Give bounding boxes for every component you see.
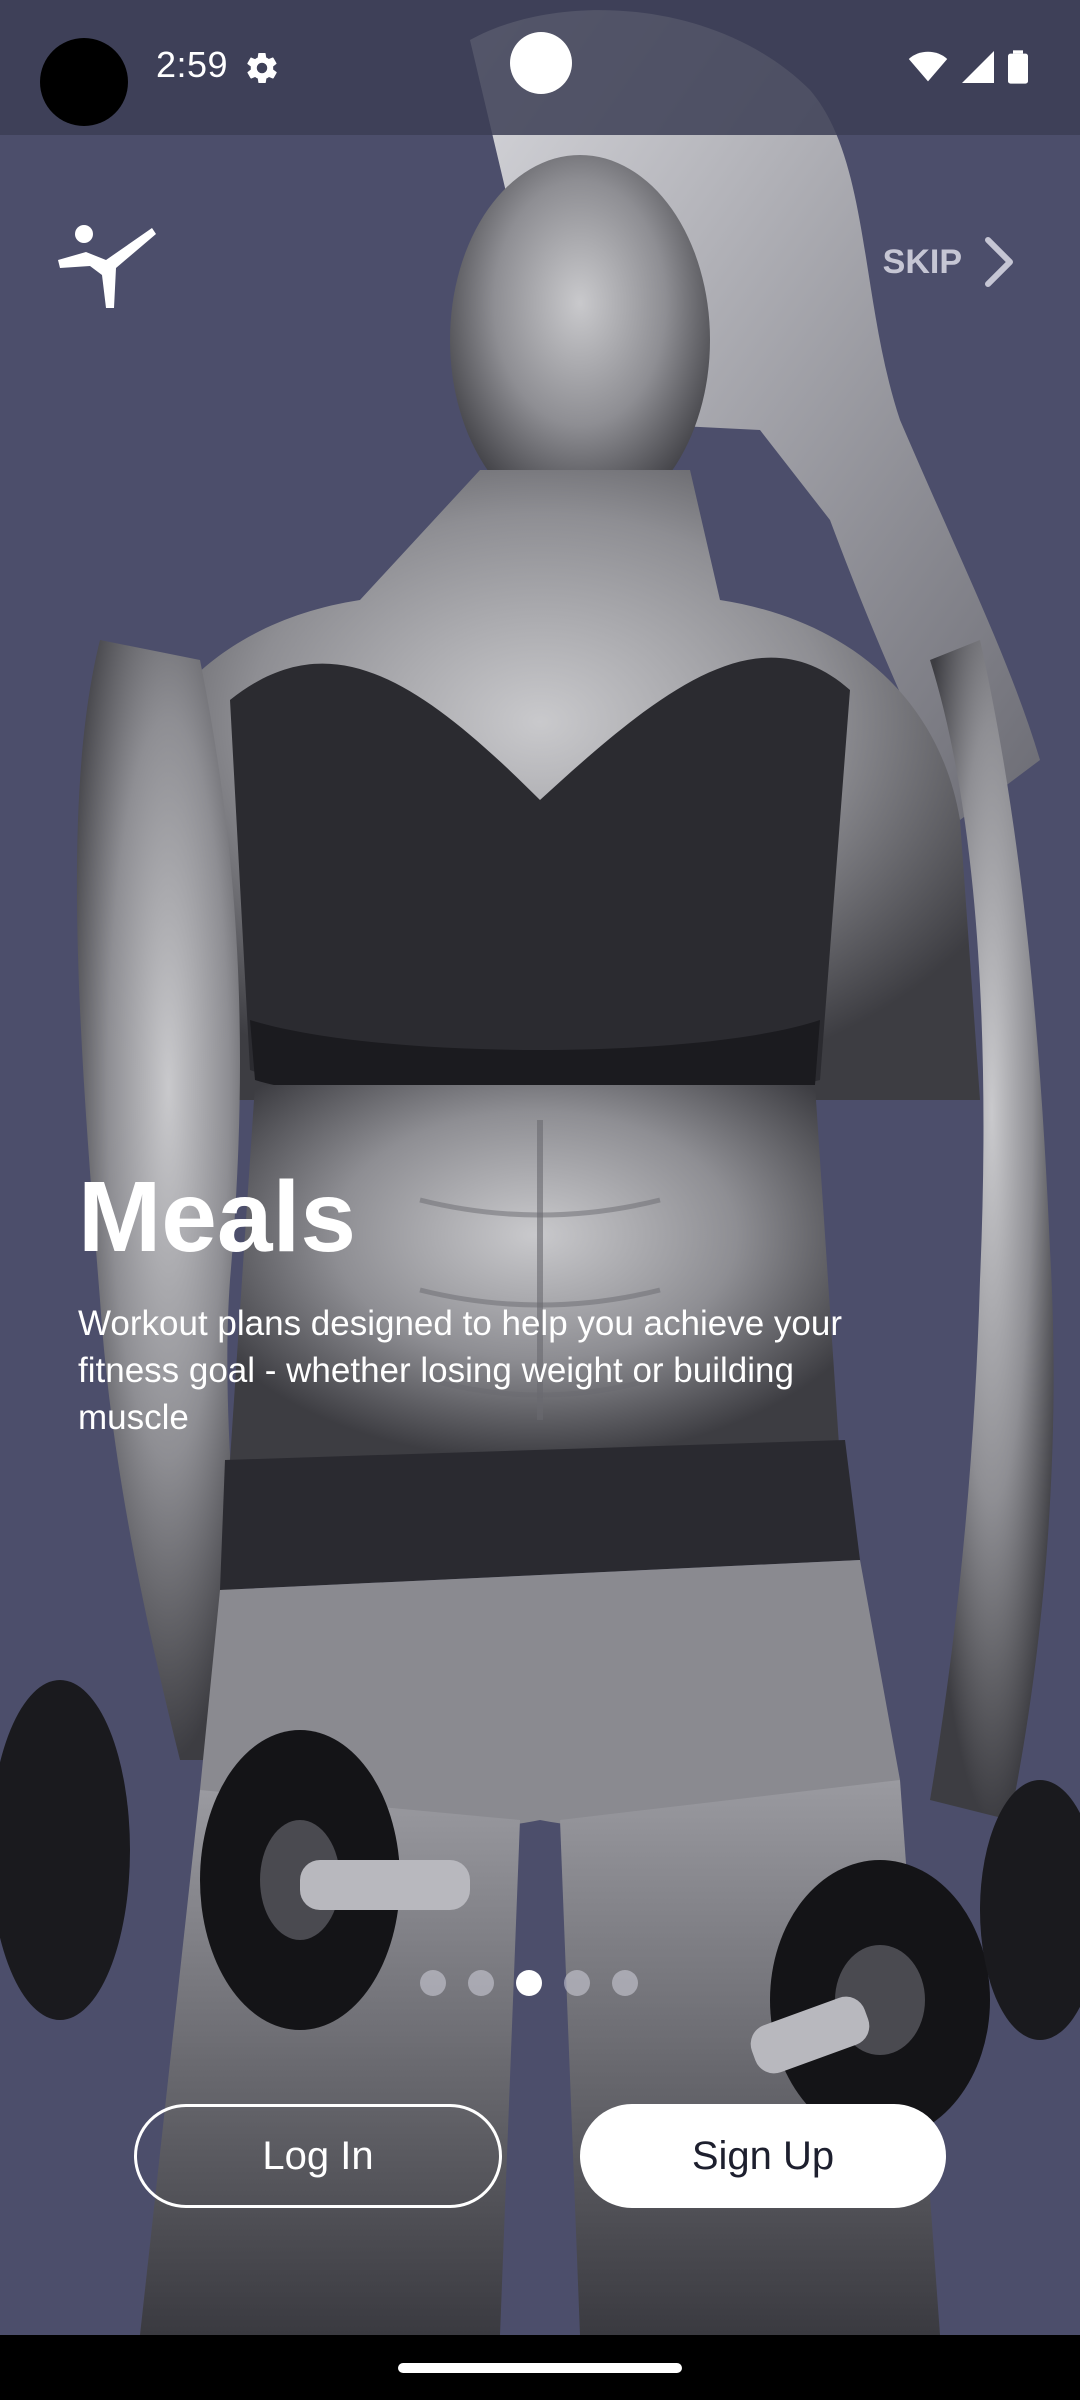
login-button-label: Log In bbox=[262, 2133, 374, 2178]
martial-arts-kick-icon bbox=[58, 225, 156, 308]
page-dot[interactable] bbox=[612, 1970, 638, 1996]
skip-label: SKIP bbox=[882, 242, 962, 281]
status-time: 2:59 bbox=[156, 44, 229, 85]
slide-title: Meals bbox=[78, 1161, 356, 1273]
login-button[interactable]: Log In bbox=[134, 2104, 502, 2208]
battery-icon bbox=[1008, 50, 1028, 84]
onboarding-screen: 2:59 SKIP Meals Workout plans designed t… bbox=[0, 0, 1080, 2400]
wifi-icon bbox=[908, 51, 948, 82]
slide-description: Workout plans designed to help you achie… bbox=[78, 1304, 843, 1437]
front-camera-cutout bbox=[510, 32, 572, 94]
signup-button-label: Sign Up bbox=[691, 2133, 835, 2178]
page-dot[interactable] bbox=[420, 1970, 446, 1996]
signup-button[interactable]: Sign Up bbox=[580, 2104, 946, 2208]
notification-avatar bbox=[40, 38, 128, 126]
page-dot[interactable] bbox=[468, 1970, 494, 1996]
status-bar: 2:59 bbox=[0, 0, 1080, 135]
settings-gear-icon bbox=[247, 53, 277, 84]
signal-icon bbox=[962, 51, 994, 83]
page-dot[interactable] bbox=[564, 1970, 590, 1996]
home-gesture-handle[interactable] bbox=[398, 2363, 682, 2373]
system-icons bbox=[908, 50, 1028, 84]
navigation-bar bbox=[0, 2335, 1080, 2400]
page-indicator bbox=[420, 1970, 638, 1996]
page-dot-active[interactable] bbox=[516, 1970, 542, 1996]
chevron-right-icon bbox=[985, 237, 1013, 287]
skip-button[interactable]: SKIP bbox=[883, 236, 1014, 288]
